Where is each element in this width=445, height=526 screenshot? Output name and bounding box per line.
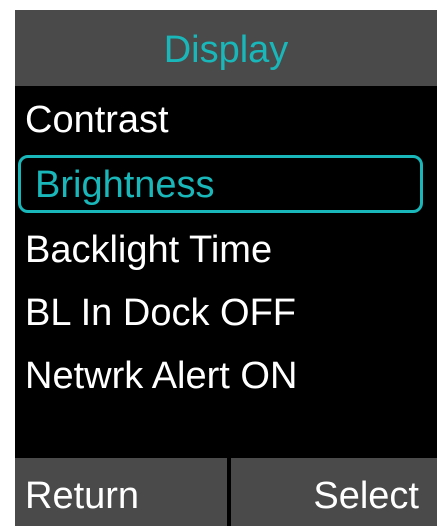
softkey-bar: Return Select (15, 458, 437, 526)
phone-screen: Display Contrast Brightness Backlight Ti… (15, 10, 437, 526)
page-title: Display (163, 29, 289, 71)
menu-item-contrast[interactable]: Contrast (15, 90, 437, 150)
return-softkey[interactable]: Return (25, 458, 139, 526)
menu-item-bl-in-dock[interactable]: BL In Dock OFF (15, 283, 437, 343)
select-softkey[interactable]: Select (313, 458, 419, 526)
menu-item-backlight-time[interactable]: Backlight Time (15, 220, 437, 280)
menu-item-brightness[interactable]: Brightness (18, 155, 423, 213)
softkey-divider (227, 458, 231, 526)
menu-item-network-alert[interactable]: Netwrk Alert ON (15, 346, 437, 406)
title-bar: Display (15, 10, 437, 86)
